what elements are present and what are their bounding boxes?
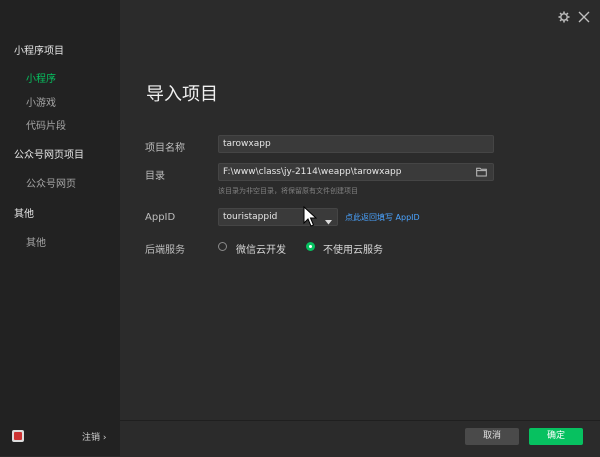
- directory-value: F:\www\class\jy-2114\weapp\tarowxapp: [223, 167, 402, 177]
- directory-input[interactable]: F:\www\class\jy-2114\weapp\tarowxapp: [218, 163, 494, 181]
- appid-label: AppID: [145, 212, 176, 223]
- appid-select[interactable]: touristappid: [218, 208, 338, 226]
- chevron-down-icon: [325, 215, 332, 231]
- appid-link[interactable]: 点此返回填写 AppID: [345, 212, 420, 223]
- window-controls: [558, 8, 590, 26]
- sidebar-item-minigame[interactable]: 小游戏: [26, 94, 56, 109]
- radio-no-cloud-label[interactable]: 不使用云服务: [323, 241, 383, 256]
- project-name-input[interactable]: tarowxapp: [218, 135, 494, 153]
- logout-button[interactable]: 注销 ›: [82, 430, 106, 443]
- sidebar-item-other[interactable]: 其他: [26, 234, 46, 249]
- page-title: 导入项目: [146, 84, 218, 105]
- directory-hint: 该目录为非空目录，将保留原有文件创建项目: [218, 187, 358, 195]
- radio-wechat-cloud-label[interactable]: 微信云开发: [236, 241, 286, 256]
- sidebar-item-official-account-web[interactable]: 公众号网页: [26, 175, 76, 190]
- sidebar-footer: 注销 ›: [0, 420, 120, 454]
- sidebar-group-official-account: 公众号网页项目: [14, 150, 84, 161]
- sidebar-item-miniprogram[interactable]: 小程序: [26, 70, 56, 85]
- sidebar-group-other: 其他: [14, 209, 34, 220]
- confirm-button[interactable]: 确定: [529, 428, 583, 445]
- radio-no-cloud[interactable]: [306, 242, 315, 251]
- avatar[interactable]: [12, 430, 24, 442]
- appid-value: touristappid: [223, 212, 278, 222]
- project-name-value: tarowxapp: [223, 139, 271, 149]
- sidebar-item-code-snippet[interactable]: 代码片段: [26, 117, 66, 132]
- radio-wechat-cloud[interactable]: [218, 242, 227, 251]
- main-panel: 导入项目 项目名称 tarowxapp 目录 F:\www\class\jy-2…: [120, 0, 600, 456]
- sidebar: 小程序项目 小程序 小游戏 代码片段 公众号网页项目 公众号网页 其他 其他 注…: [0, 0, 120, 456]
- project-name-label: 项目名称: [145, 143, 185, 154]
- sidebar-group-miniprogram: 小程序项目: [14, 46, 64, 57]
- gear-icon[interactable]: [558, 8, 570, 27]
- mouse-cursor-icon: [303, 205, 318, 232]
- folder-icon[interactable]: [476, 167, 487, 180]
- backend-label: 后端服务: [145, 245, 185, 256]
- cancel-button[interactable]: 取消: [465, 428, 519, 445]
- footer-bar: 取消 确定: [120, 420, 600, 457]
- directory-label: 目录: [145, 171, 165, 182]
- close-icon[interactable]: [578, 8, 590, 27]
